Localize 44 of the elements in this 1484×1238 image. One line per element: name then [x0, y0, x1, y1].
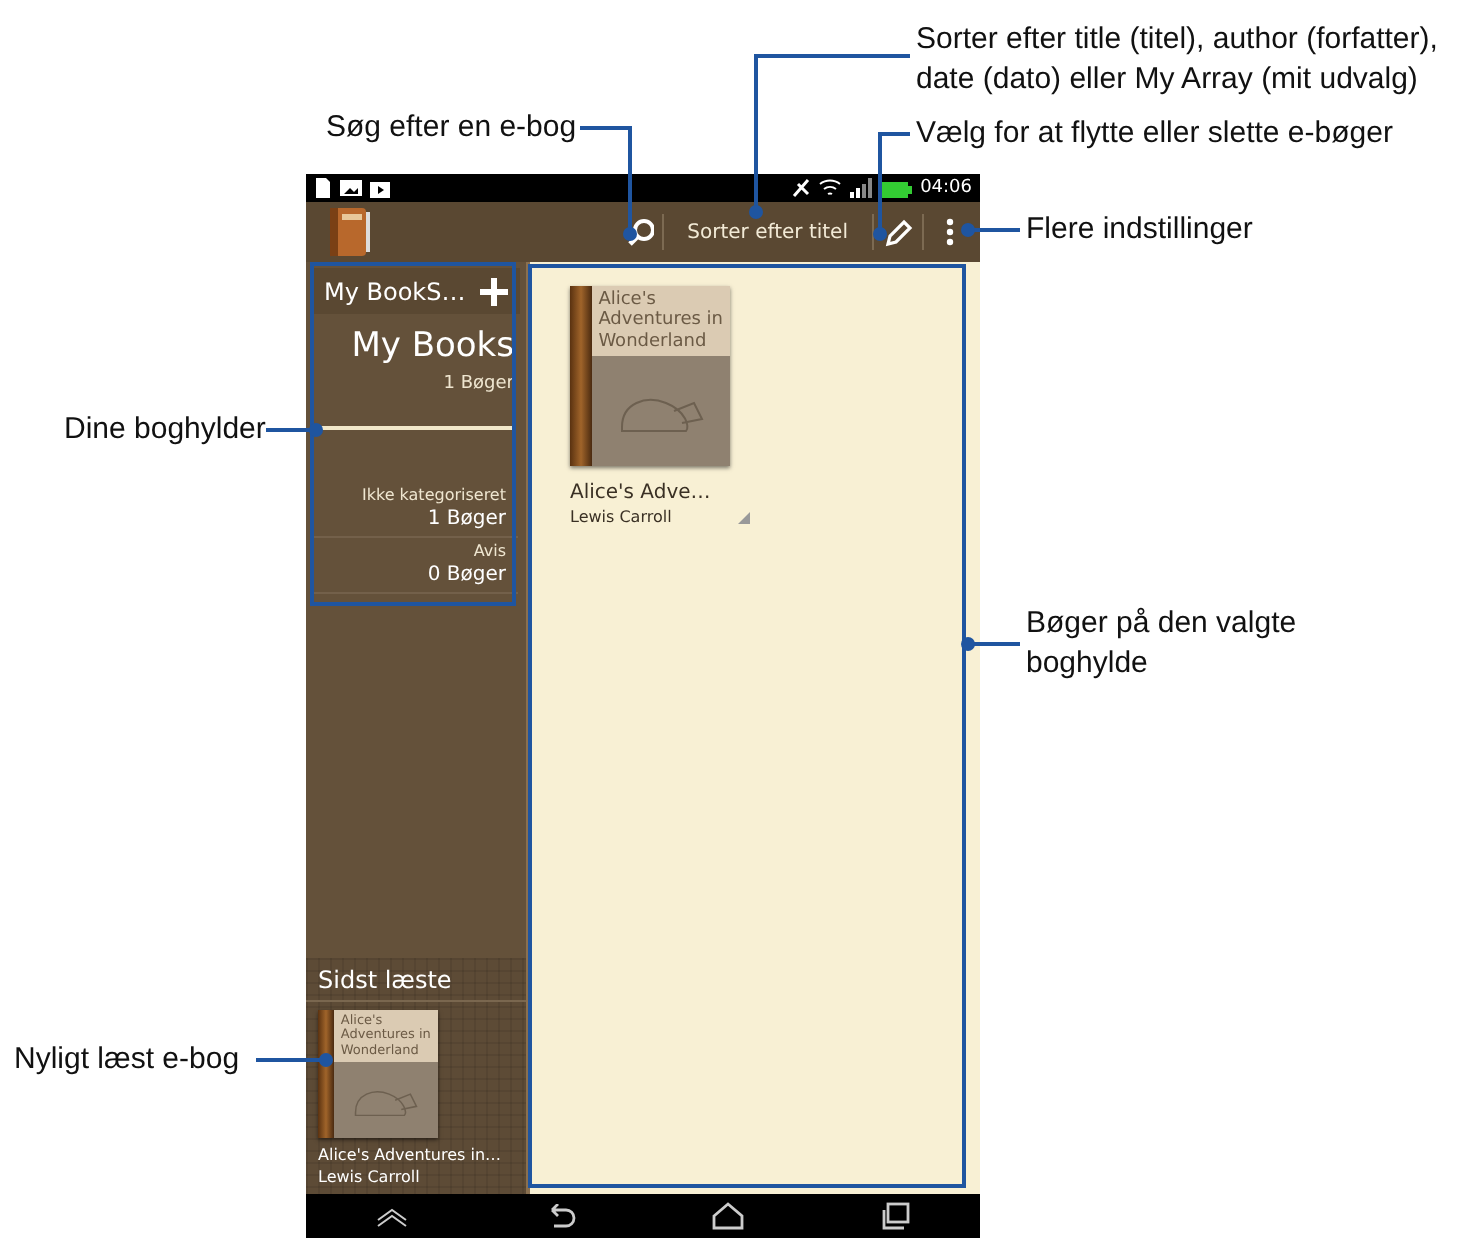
- recent-apps-icon[interactable]: [880, 1202, 913, 1230]
- mute-icon: [792, 178, 811, 198]
- overflow-menu-icon[interactable]: [944, 218, 956, 246]
- book-count: 1 Bøger: [443, 374, 514, 394]
- shelf-name: My Books: [351, 326, 514, 366]
- shelf-item-name: Avis: [473, 542, 506, 560]
- corner-icon: [738, 511, 750, 523]
- leader-line: [961, 637, 1020, 651]
- book-title[interactable]: Alice's Adve…: [570, 482, 750, 504]
- book-count: 1 Bøger: [427, 508, 506, 530]
- pencil-icon[interactable]: [882, 217, 914, 247]
- shelf-item[interactable]: Ikke kategoriseret 1 Bøger: [314, 482, 518, 538]
- sort-button[interactable]: Sorter efter titel: [671, 221, 864, 243]
- callout-text: Bøger på den valgte boghylde: [1026, 604, 1297, 684]
- callout-text: Nyligt læst e-bog: [14, 1040, 240, 1080]
- leader-line: [580, 126, 637, 241]
- add-icon[interactable]: [480, 277, 508, 305]
- file-icon: [314, 178, 332, 198]
- callout-text: Søg efter en e-bog: [326, 108, 577, 148]
- home-icon[interactable]: [710, 1202, 747, 1230]
- callout-text: Sorter efter title (titel), author (forfatter), date (dato) eller My Array (mit udvalg): [916, 20, 1438, 100]
- sketch-drawing: [354, 1085, 419, 1116]
- callout-text: Vælg for at flytte eller slette e-bøger: [916, 114, 1393, 154]
- book-spine: [318, 1010, 335, 1138]
- wifi-icon: [818, 178, 843, 198]
- book-title[interactable]: Alice's Adventures in…: [318, 1146, 514, 1164]
- shelf-item-name: Ikke kategoriseret: [361, 486, 506, 504]
- shelf-item[interactable]: Avis 0 Bøger: [314, 538, 518, 594]
- leader-line: [961, 223, 1020, 237]
- book-count: 0 Bøger: [427, 564, 506, 586]
- book-author: Lewis Carroll: [570, 508, 672, 526]
- book-author: Lewis Carroll: [318, 1168, 422, 1186]
- cover-title: Alice's Adventures in Wonderland: [592, 286, 730, 357]
- book-app-icon[interactable]: [326, 204, 372, 260]
- shelf-header-title: My BookS…: [324, 277, 466, 305]
- clock-time: 04:06: [920, 178, 972, 198]
- callout-text: Dine boghylder: [64, 410, 266, 450]
- battery-icon: [880, 178, 913, 198]
- leader-line: [256, 1053, 333, 1067]
- callout-text: Flere indstillinger: [1026, 210, 1253, 250]
- chevron-up-icon[interactable]: [373, 1203, 410, 1229]
- leader-line: [266, 423, 323, 437]
- signal-icon: [850, 178, 873, 198]
- search-icon[interactable]: [625, 217, 654, 247]
